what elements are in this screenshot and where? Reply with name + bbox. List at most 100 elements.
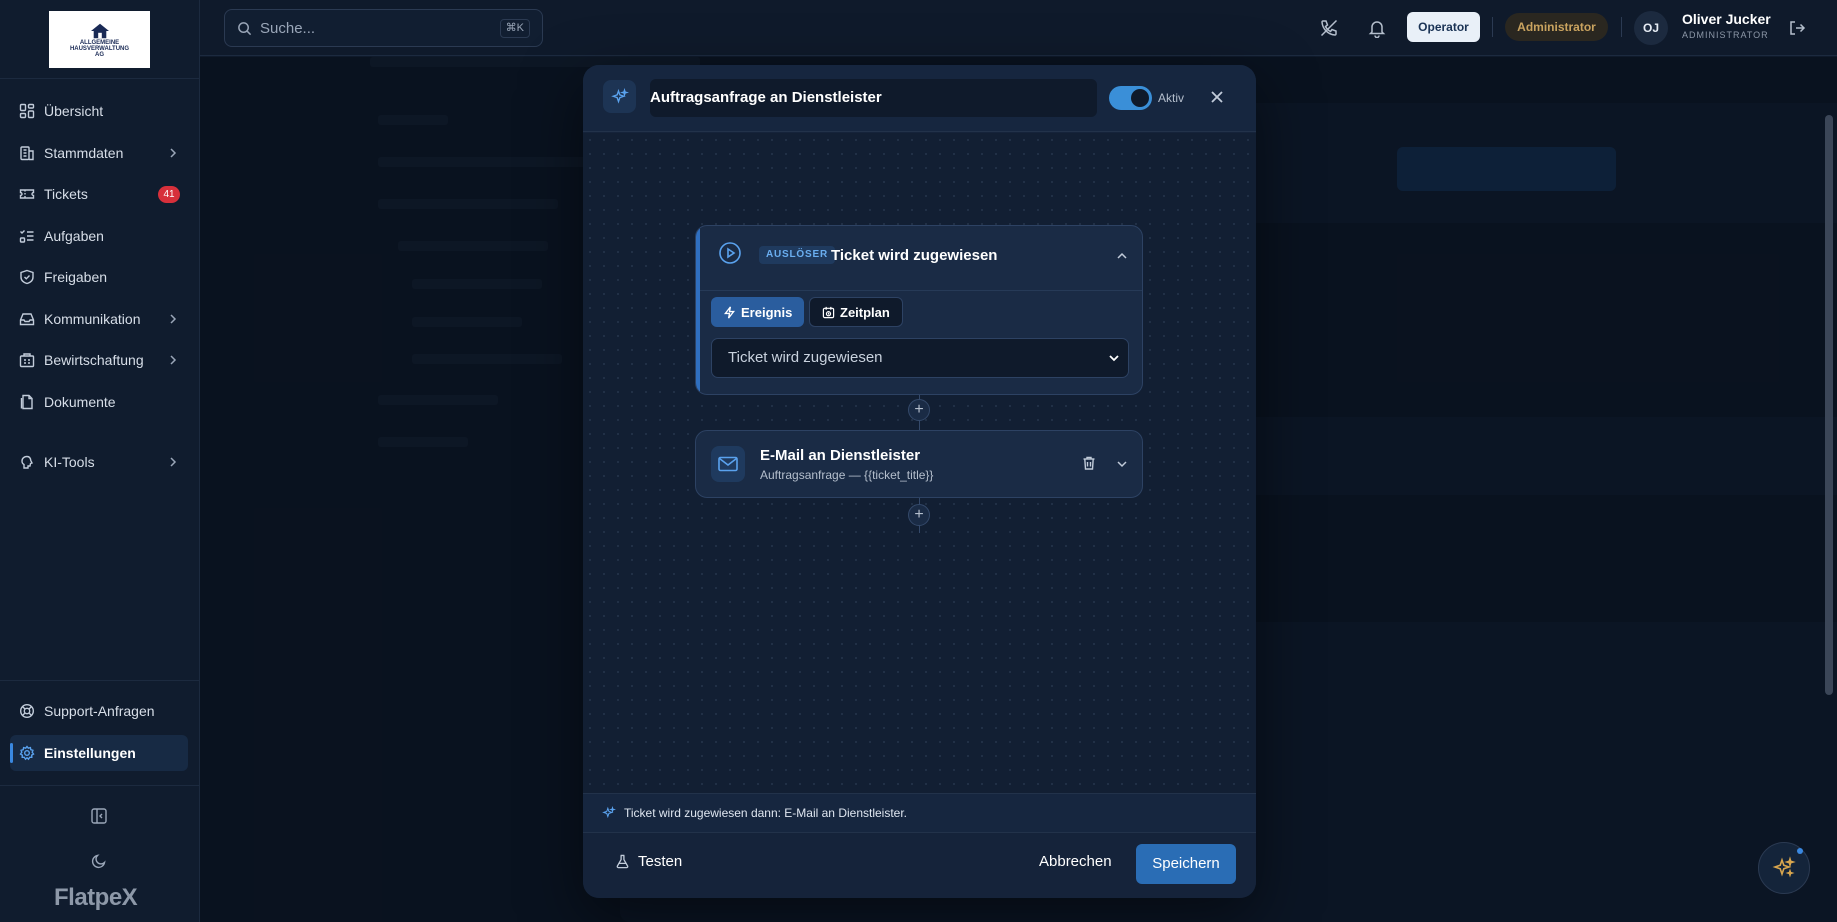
sidebar-item-label: KI-Tools	[44, 454, 95, 470]
sidebar-item-dokumente[interactable]: Dokumente	[10, 384, 188, 420]
chevron-down-icon[interactable]	[1116, 458, 1128, 470]
test-button-label: Testen	[638, 853, 683, 870]
flow-canvas: AUSLÖSER Ticket wird zugewiesen Ereignis…	[583, 133, 1256, 793]
sparkles-icon	[610, 87, 629, 104]
close-icon[interactable]	[1209, 89, 1225, 105]
sidebar-item-uebersicht[interactable]: Übersicht	[10, 93, 188, 129]
tab-label: Zeitplan	[840, 304, 890, 320]
divider	[0, 78, 200, 79]
building-icon	[19, 353, 35, 368]
cancel-button[interactable]: Abbrechen	[1039, 853, 1112, 870]
sidebar-item-label: Dokumente	[44, 394, 116, 410]
page-scrollbar[interactable]	[1825, 115, 1833, 695]
sidebar-item-freigaben[interactable]: Freigaben	[10, 259, 188, 295]
brand-logo: FlatpeX	[54, 884, 138, 911]
sidebar-item-tickets[interactable]: Tickets 41	[10, 176, 188, 212]
trigger-title: Ticket wird zugewiesen	[831, 247, 998, 264]
sidebar-item-support[interactable]: Support-Anfragen	[10, 693, 188, 729]
collapse-sidebar-icon[interactable]	[90, 807, 108, 825]
add-step-button[interactable]: +	[908, 504, 930, 526]
chevron-right-icon	[170, 457, 177, 467]
add-step-button[interactable]: +	[908, 399, 930, 421]
sidebar-item-einstellungen[interactable]: Einstellungen	[10, 735, 188, 771]
automation-editor-modal: Auftragsanfrage an Dienstleister Aktiv A…	[583, 65, 1256, 898]
summary-text: Ticket wird zugewiesen dann: E-Mail an D…	[624, 806, 908, 820]
event-select[interactable]: Ticket wird zugewiesen	[711, 338, 1129, 378]
active-toggle-label: Aktiv	[1158, 91, 1185, 105]
chevron-up-icon[interactable]	[1116, 250, 1128, 262]
top-header: ⌘K Operator Administrator OJ Oliver Juck…	[200, 0, 1837, 56]
notification-dot	[1797, 848, 1803, 854]
sparkles-icon	[602, 806, 616, 819]
phone-off-icon[interactable]	[1319, 18, 1339, 38]
building-icon	[20, 146, 34, 161]
ai-assistant-button[interactable]	[1758, 842, 1810, 894]
logout-icon[interactable]	[1788, 19, 1806, 37]
house-icon	[90, 23, 109, 38]
sidebar: ALLGEMEINE HAUSVERWALTUNG AG Übersicht S…	[0, 0, 200, 922]
calendar-clock-icon	[822, 306, 835, 318]
active-toggle[interactable]	[1109, 86, 1152, 110]
tickets-count-badge: 41	[158, 186, 180, 203]
modal-header: Auftragsanfrage an Dienstleister Aktiv	[583, 65, 1256, 132]
search-input[interactable]	[260, 19, 490, 37]
sidebar-item-label: Übersicht	[44, 103, 104, 119]
lifebuoy-icon	[19, 703, 35, 719]
flow-summary: Ticket wird zugewiesen dann: E-Mail an D…	[583, 793, 1256, 833]
sidebar-item-label: Aufgaben	[44, 228, 104, 244]
action-title: E-Mail an Dienstleister	[760, 447, 921, 464]
administrator-role-badge[interactable]: Administrator	[1505, 13, 1608, 41]
trash-icon[interactable]	[1081, 455, 1097, 471]
inbox-icon	[19, 313, 35, 326]
company-logo[interactable]: ALLGEMEINE HAUSVERWALTUNG AG	[49, 11, 150, 68]
tab-ereignis[interactable]: Ereignis	[711, 297, 805, 327]
automation-name-field[interactable]: Auftragsanfrage an Dienstleister	[650, 79, 1097, 117]
lightning-icon	[723, 306, 736, 318]
sidebar-item-ki-tools[interactable]: KI-Tools	[10, 444, 188, 480]
sidebar-item-kommunikation[interactable]: Kommunikation	[10, 301, 188, 337]
logo-line-3: AG	[95, 51, 104, 58]
document-icon	[20, 394, 33, 410]
flask-icon	[616, 854, 629, 869]
sidebar-item-label: Bewirtschaftung	[44, 352, 144, 368]
user-role: ADMINISTRATOR	[1682, 30, 1769, 40]
sidebar-item-label: Freigaben	[44, 269, 108, 285]
search-shortcut: ⌘K	[499, 19, 530, 38]
divider	[1492, 17, 1493, 37]
sidebar-item-label: Kommunikation	[44, 311, 141, 327]
tab-label: Ereignis	[741, 304, 793, 320]
dashboard-icon	[19, 103, 35, 119]
gear-icon	[19, 745, 35, 761]
divider	[700, 290, 1142, 291]
modal-footer: Testen Abbrechen Speichern	[583, 833, 1256, 898]
sidebar-item-bewirtschaftung[interactable]: Bewirtschaftung	[10, 342, 188, 378]
divider	[0, 680, 200, 681]
sidebar-item-label: Stammdaten	[44, 145, 124, 161]
action-subtitle: Auftragsanfrage — {{ticket_title}}	[760, 468, 934, 482]
chevron-down-icon	[1109, 355, 1119, 362]
bell-icon[interactable]	[1367, 18, 1387, 38]
moon-icon[interactable]	[90, 852, 108, 870]
sidebar-item-stammdaten[interactable]: Stammdaten	[10, 135, 188, 171]
automation-icon-box	[603, 80, 636, 113]
chevron-right-icon	[170, 314, 177, 324]
sidebar-item-label: Tickets	[44, 186, 88, 202]
tab-zeitplan[interactable]: Zeitplan	[809, 297, 903, 327]
event-select-value: Ticket wird zugewiesen	[728, 349, 883, 366]
operator-button[interactable]: Operator	[1407, 12, 1480, 42]
action-card[interactable]: E-Mail an Dienstleister Auftragsanfrage …	[695, 430, 1143, 498]
avatar[interactable]: OJ	[1634, 11, 1668, 45]
trigger-pill: AUSLÖSER	[759, 246, 835, 264]
chevron-right-icon	[170, 148, 177, 158]
test-button[interactable]: Testen	[615, 853, 682, 870]
play-circle-icon	[719, 242, 741, 264]
toggle-knob	[1131, 89, 1149, 107]
save-button[interactable]: Speichern	[1136, 844, 1236, 884]
divider	[1621, 17, 1622, 37]
sidebar-item-aufgaben[interactable]: Aufgaben	[10, 218, 188, 254]
search-icon	[238, 21, 252, 35]
shield-check-icon	[20, 269, 34, 285]
search-bar[interactable]: ⌘K	[224, 9, 543, 47]
sparkles-icon	[1772, 856, 1796, 878]
sidebar-item-label: Support-Anfragen	[44, 703, 155, 719]
